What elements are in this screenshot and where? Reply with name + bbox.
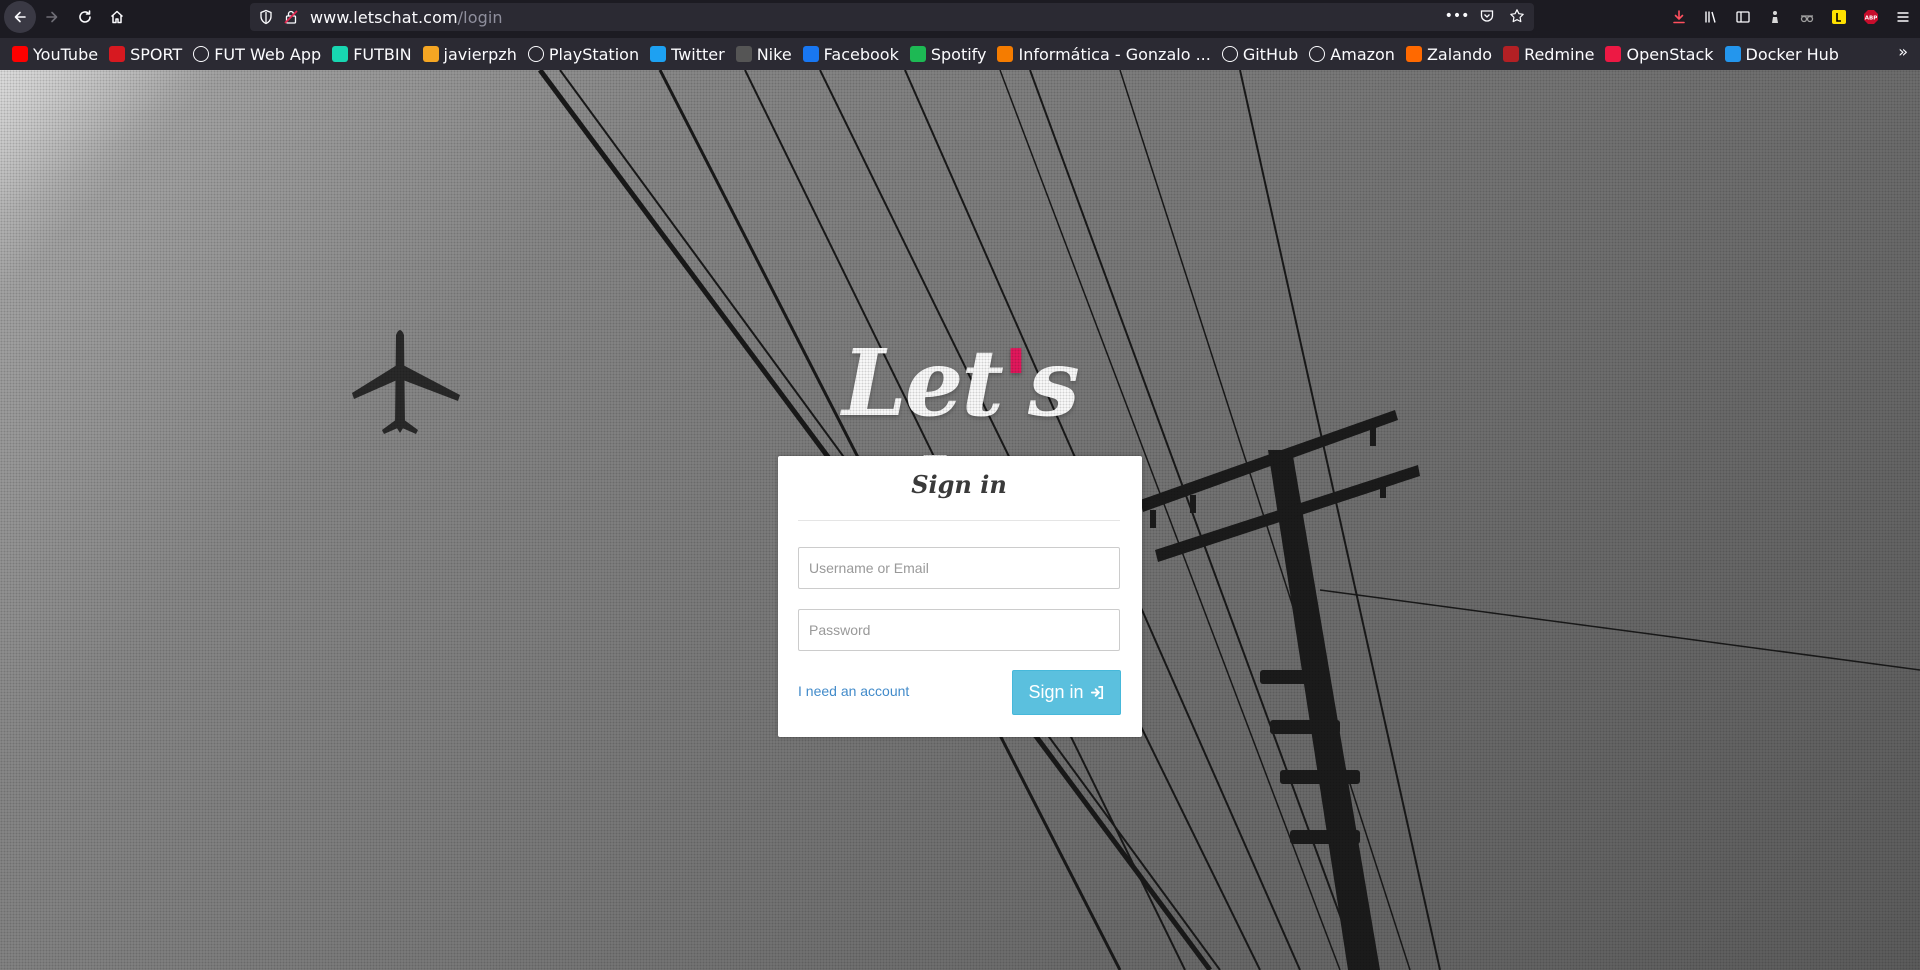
bookmark-label: Informática - Gonzalo ... [1018, 44, 1211, 64]
signin-button[interactable]: Sign in [1012, 670, 1121, 715]
bookmark-item[interactable]: Amazon [1307, 42, 1400, 66]
sport-icon [109, 46, 126, 62]
bookmark-item[interactable]: Redmine [1501, 42, 1599, 66]
logo-apostrophe: ' [1001, 329, 1030, 437]
globe-icon [193, 46, 210, 62]
playstation-icon [527, 46, 544, 62]
divider [798, 520, 1120, 521]
browser-toolbar: www.letschat.com/login ••• ABP [0, 0, 1920, 35]
youtube-icon [12, 46, 28, 62]
docker-icon [1724, 46, 1741, 62]
bookmarks-overflow-icon[interactable]: » [1898, 42, 1908, 61]
signin-title: Sign in [911, 470, 1007, 499]
bookmark-label: YouTube [33, 44, 99, 64]
informatica-icon [997, 46, 1014, 62]
password-input[interactable] [798, 609, 1120, 651]
arrow-left-icon [14, 11, 26, 23]
address-bar[interactable]: www.letschat.com/login ••• [250, 3, 1534, 31]
need-account-link[interactable]: I need an account [798, 683, 909, 699]
github-icon [1221, 46, 1238, 62]
bookmark-item[interactable]: FUTBIN [330, 42, 416, 66]
insecure-lock-icon[interactable] [283, 9, 299, 25]
bookmark-item[interactable]: Twitter [648, 42, 730, 66]
bookmark-label: FUTBIN [353, 44, 412, 64]
spotify-icon [909, 46, 926, 62]
bookmark-label: Amazon [1330, 44, 1395, 64]
svg-text:ABP: ABP [1865, 16, 1877, 22]
logo-text-part1: Let [842, 329, 1004, 437]
bookmark-label: Docker Hub [1745, 44, 1839, 64]
bookmark-star-icon[interactable] [1508, 7, 1526, 25]
home-icon [110, 10, 124, 24]
bookmark-label: FUT Web App [214, 44, 322, 64]
bookmark-item[interactable]: FUT Web App [191, 42, 326, 66]
bookmarks-toolbar: YouTube SPORT FUT Web App FUTBIN javierpzh Pl… [0, 38, 1920, 70]
url-path: /login [457, 8, 503, 27]
tracking-shield-icon[interactable] [258, 9, 274, 25]
app-logo: Let's Chat [768, 328, 1152, 547]
arrow-right-icon [46, 11, 58, 23]
bookmark-item[interactable]: Facebook [801, 42, 904, 66]
forward-button[interactable] [36, 1, 68, 33]
bookmark-label: Redmine [1524, 44, 1595, 64]
url-text[interactable]: www.letschat.com/login [310, 8, 503, 27]
bookmark-item[interactable]: Zalando [1404, 42, 1497, 66]
futbin-icon [332, 46, 349, 62]
cube-icon [422, 46, 439, 62]
twitter-icon [650, 46, 667, 62]
sidebar-icon[interactable] [1732, 6, 1754, 28]
bookmark-label: Spotify [930, 44, 987, 64]
menu-icon[interactable] [1892, 6, 1914, 28]
openstack-icon [1605, 46, 1622, 62]
reload-button[interactable] [69, 1, 101, 33]
back-button[interactable] [4, 1, 36, 33]
bookmark-label: OpenStack [1626, 44, 1714, 64]
bookmark-label: GitHub [1242, 44, 1299, 64]
bookmark-label: SPORT [130, 44, 183, 64]
adblock-plus-icon[interactable]: ABP [1860, 6, 1882, 28]
bookmark-item[interactable]: Spotify [908, 42, 992, 66]
bookmark-label: Nike [756, 44, 792, 64]
bookmark-item[interactable]: PlayStation [526, 42, 644, 66]
bookmark-label: Twitter [671, 44, 725, 64]
sign-in-icon [1090, 686, 1103, 699]
extension-incognito-icon[interactable] [1796, 6, 1818, 28]
page-actions-icon[interactable]: ••• [1445, 7, 1470, 25]
home-button[interactable] [101, 1, 133, 33]
bookmark-label: javierpzh [443, 44, 517, 64]
bookmark-item[interactable]: YouTube [10, 42, 103, 66]
extension-chess-icon[interactable] [1764, 6, 1786, 28]
library-icon[interactable] [1700, 6, 1722, 28]
facebook-icon [802, 46, 819, 62]
reload-icon [79, 10, 91, 23]
bookmark-label: PlayStation [548, 44, 640, 64]
bookmark-item[interactable]: Docker Hub [1723, 42, 1844, 66]
nike-icon [735, 46, 752, 62]
signin-card: Sign in I need an account Sign in [778, 456, 1142, 737]
pocket-icon[interactable] [1478, 7, 1496, 25]
bookmark-label: Facebook [823, 44, 899, 64]
redmine-icon [1503, 46, 1520, 62]
signin-button-label: Sign in [1028, 682, 1084, 702]
bookmark-item[interactable]: SPORT [107, 42, 187, 66]
amazon-icon [1309, 46, 1326, 62]
url-host: www.letschat.com [310, 8, 458, 27]
bookmark-item[interactable]: GitHub [1220, 42, 1303, 66]
bookmark-label: Zalando [1426, 44, 1493, 64]
extension-yellow-icon[interactable] [1828, 6, 1850, 28]
bookmark-item[interactable]: OpenStack [1603, 42, 1718, 66]
zalando-icon [1405, 46, 1422, 62]
bookmark-item[interactable]: Nike [734, 42, 797, 66]
bookmark-item[interactable]: javierpzh [421, 42, 522, 66]
bookmark-item[interactable]: Informática - Gonzalo ... [995, 42, 1215, 66]
username-input[interactable] [798, 547, 1120, 589]
download-icon[interactable] [1668, 6, 1690, 28]
